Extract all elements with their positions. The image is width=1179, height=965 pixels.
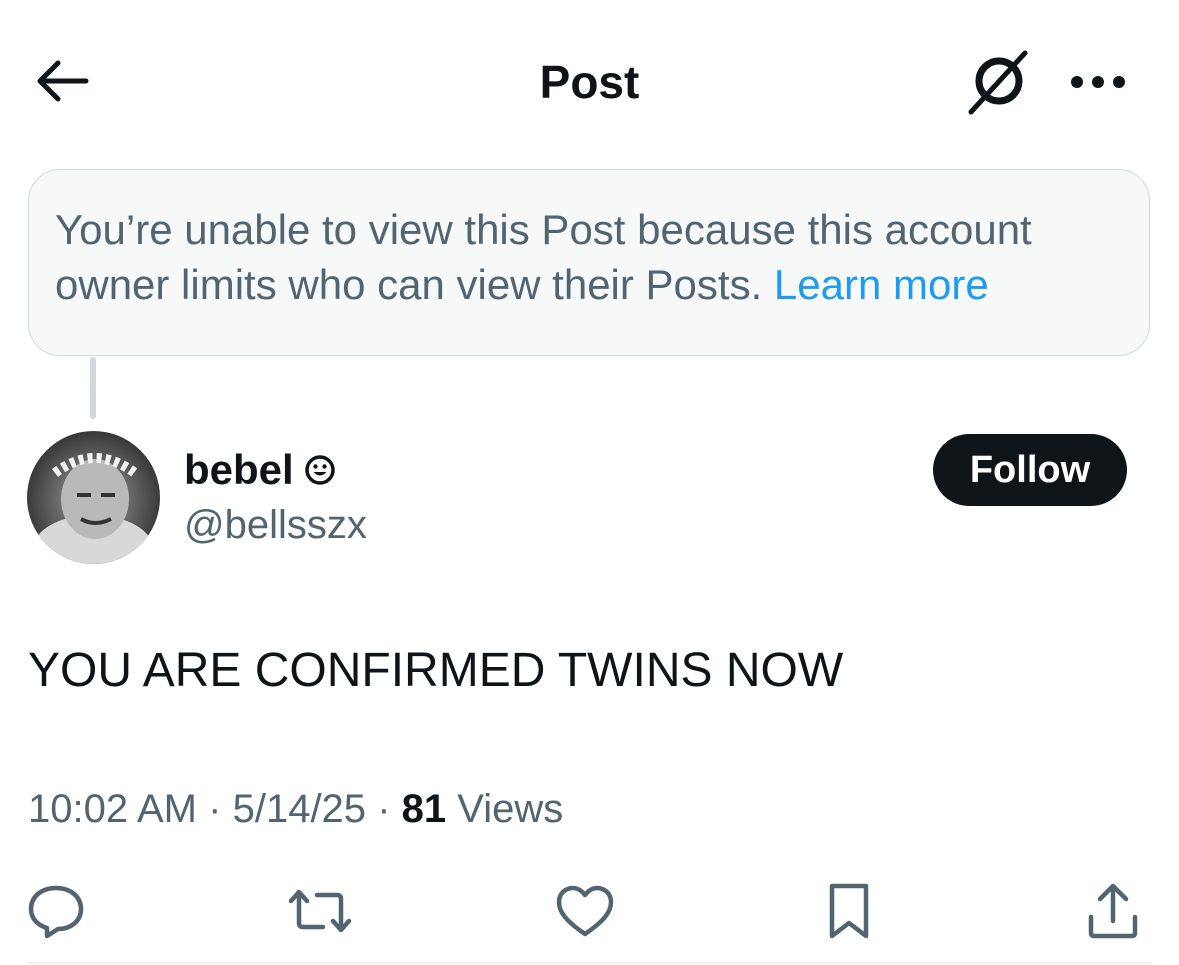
avatar[interactable] (27, 431, 160, 564)
bookmark-button[interactable] (814, 876, 884, 946)
share-button[interactable] (1078, 876, 1148, 946)
share-icon (1088, 883, 1138, 939)
views-label[interactable]: Views (457, 787, 563, 831)
notice-text: You’re unable to view this Post because … (55, 202, 1123, 312)
more-options-button[interactable] (1058, 52, 1138, 112)
restricted-post-notice: You’re unable to view this Post because … (28, 169, 1150, 356)
divider (28, 962, 1152, 964)
ellipsis-icon (1071, 76, 1125, 88)
bookmark-icon (829, 883, 869, 939)
author-handle[interactable]: @bellsszx (184, 500, 367, 550)
post-date[interactable]: 5/14/25 (233, 787, 366, 831)
like-button[interactable] (550, 876, 620, 946)
repost-icon (288, 889, 352, 933)
meta-separator: · (208, 787, 222, 831)
grok-button[interactable] (958, 44, 1038, 120)
repost-button[interactable] (285, 876, 355, 946)
meta-separator: · (377, 787, 391, 831)
grok-icon (968, 50, 1028, 115)
author-name-row: bebel (184, 445, 336, 495)
post-time[interactable]: 10:02 AM (28, 787, 197, 831)
post-text: YOU ARE CONFIRMED TWINS NOW (28, 644, 844, 697)
learn-more-link[interactable]: Learn more (774, 261, 989, 308)
views-count[interactable]: 81 (402, 787, 447, 831)
reply-button[interactable] (21, 876, 91, 946)
post-meta: 10:02 AM · 5/14/25 · 81 Views (28, 782, 563, 836)
thread-connector-line (90, 357, 96, 419)
smiley-icon (304, 455, 335, 485)
avatar-photo (33, 453, 153, 564)
like-icon (556, 885, 614, 937)
reply-icon (28, 885, 84, 939)
follow-button[interactable]: Follow (933, 434, 1127, 506)
display-name[interactable]: bebel (184, 445, 294, 495)
